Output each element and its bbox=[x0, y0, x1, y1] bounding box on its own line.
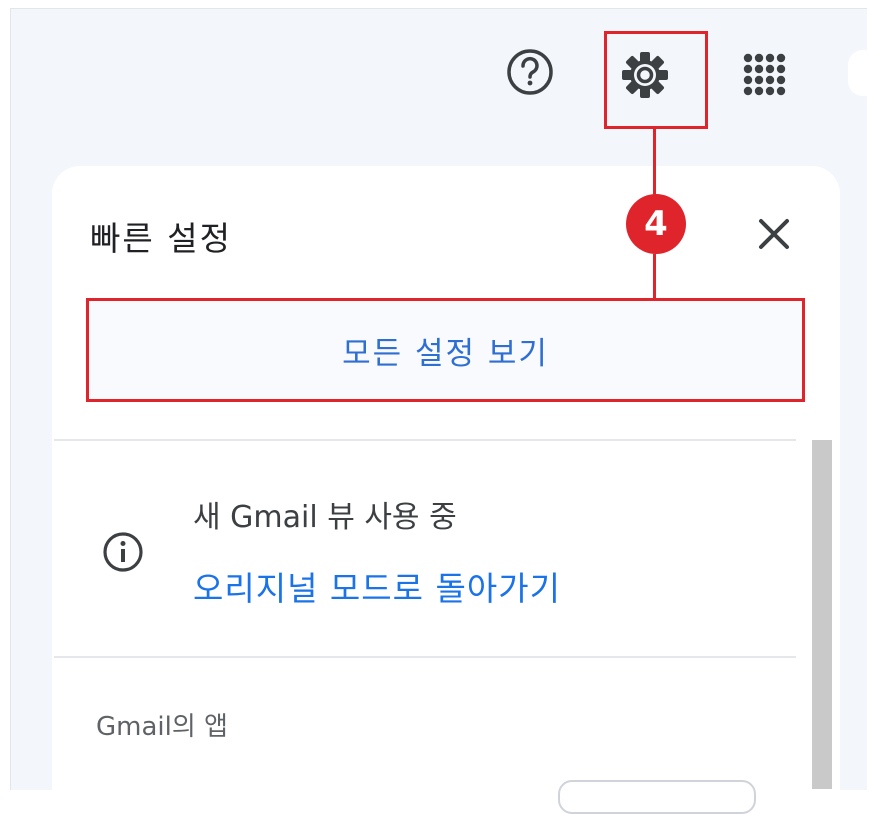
app-option-card[interactable] bbox=[558, 780, 756, 814]
divider bbox=[54, 656, 796, 658]
help-circle-icon bbox=[507, 49, 553, 95]
panel-title: 빠른 설정 bbox=[90, 219, 232, 258]
new-view-notice: 새 Gmail 뷰 사용 중 bbox=[193, 500, 457, 535]
close-icon bbox=[759, 219, 789, 249]
annotation-connector bbox=[653, 254, 656, 298]
return-to-original-link[interactable]: 오리지널 모드로 돌아가기 bbox=[193, 562, 561, 610]
divider bbox=[54, 439, 796, 441]
see-all-settings-button[interactable]: 모든 설정 보기 bbox=[86, 298, 805, 402]
account-avatar-edge[interactable] bbox=[848, 50, 870, 96]
panel-scrollbar[interactable] bbox=[812, 440, 832, 789]
close-button[interactable] bbox=[752, 212, 796, 256]
settings-highlight-box bbox=[604, 31, 708, 129]
help-button[interactable] bbox=[500, 42, 560, 102]
apps-button[interactable] bbox=[734, 44, 792, 102]
step-badge: 4 bbox=[626, 194, 686, 254]
gmail-apps-heading: Gmail의 앱 bbox=[96, 712, 228, 742]
annotation-connector bbox=[653, 129, 656, 195]
apps-grid-icon bbox=[743, 53, 786, 96]
info-icon bbox=[103, 532, 143, 572]
